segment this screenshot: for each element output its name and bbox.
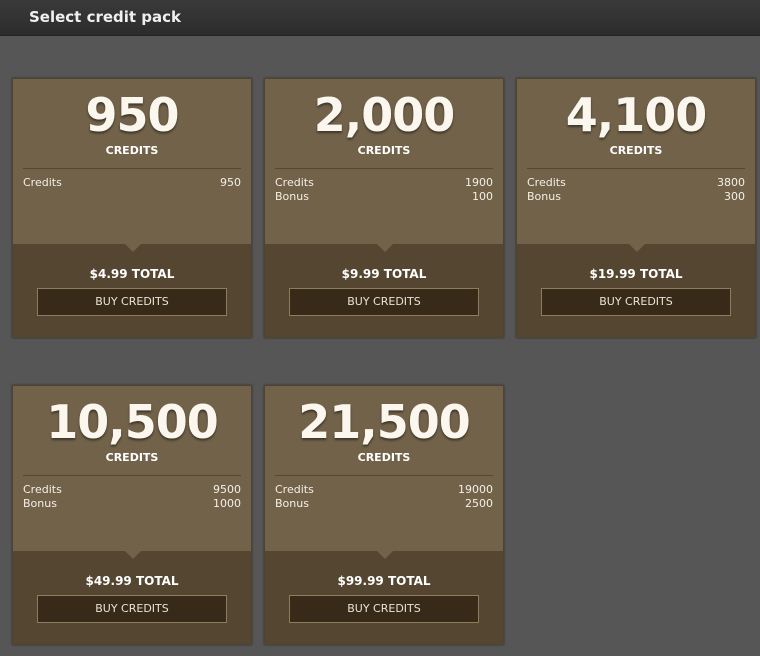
pack-amount: 950 (85, 88, 179, 142)
detail-row: Credits 9500 (23, 483, 241, 497)
credit-pack-card: 950 CREDITS Credits 950 $4.99 TOTAL BUY … (12, 78, 252, 338)
pack-total: $19.99 TOTAL (589, 267, 683, 281)
detail-row: Bonus 1000 (23, 497, 241, 511)
detail-value: 100 (472, 190, 493, 203)
detail-value: 300 (724, 190, 745, 203)
pack-unit: CREDITS (105, 144, 159, 157)
detail-value: 3800 (717, 176, 745, 189)
title-bar: Select credit pack (0, 0, 760, 36)
detail-row: Credits 1900 (275, 176, 493, 190)
credit-pack-card: 2,000 CREDITS Credits 1900 Bonus 100 $9.… (264, 78, 504, 338)
buy-credits-button[interactable]: BUY CREDITS (289, 595, 479, 623)
pack-total: $9.99 TOTAL (341, 267, 427, 281)
pack-amount: 4,100 (565, 88, 708, 142)
credit-pack-card: 10,500 CREDITS Credits 9500 Bonus 1000 $… (12, 385, 252, 645)
pack-unit: CREDITS (357, 144, 411, 157)
detail-label: Bonus (275, 497, 309, 510)
detail-label: Bonus (23, 497, 57, 510)
divider (23, 475, 241, 476)
detail-label: Bonus (275, 190, 309, 203)
divider (527, 168, 745, 169)
detail-value: 1900 (465, 176, 493, 189)
detail-label: Credits (275, 176, 314, 189)
notch-arrow (125, 244, 141, 252)
pack-amount: 10,500 (46, 395, 219, 449)
divider (275, 168, 493, 169)
credit-pack-card: 21,500 CREDITS Credits 19000 Bonus 2500 … (264, 385, 504, 645)
divider (275, 475, 493, 476)
pack-unit: CREDITS (357, 451, 411, 464)
buy-credits-button[interactable]: BUY CREDITS (289, 288, 479, 316)
pack-unit: CREDITS (105, 451, 159, 464)
detail-value: 1000 (213, 497, 241, 510)
detail-value: 950 (220, 176, 241, 189)
detail-row: Bonus 100 (275, 190, 493, 204)
detail-label: Bonus (527, 190, 561, 203)
divider (23, 168, 241, 169)
pack-amount: 21,500 (298, 395, 471, 449)
detail-row: Credits 3800 (527, 176, 745, 190)
page-title: Select credit pack (29, 8, 182, 26)
notch-arrow (377, 551, 393, 559)
buy-credits-button[interactable]: BUY CREDITS (37, 288, 227, 316)
pack-unit: CREDITS (609, 144, 663, 157)
credit-pack-card: 4,100 CREDITS Credits 3800 Bonus 300 $19… (516, 78, 756, 338)
detail-value: 2500 (465, 497, 493, 510)
pack-amount: 2,000 (313, 88, 456, 142)
detail-label: Credits (275, 483, 314, 496)
pack-total: $49.99 TOTAL (85, 574, 179, 588)
detail-row: Bonus 300 (527, 190, 745, 204)
detail-value: 9500 (213, 483, 241, 496)
detail-label: Credits (23, 176, 62, 189)
buy-credits-button[interactable]: BUY CREDITS (37, 595, 227, 623)
notch-arrow (125, 551, 141, 559)
buy-credits-button[interactable]: BUY CREDITS (541, 288, 731, 316)
pack-total: $4.99 TOTAL (89, 267, 175, 281)
detail-row: Credits 950 (23, 176, 241, 190)
detail-label: Credits (527, 176, 566, 189)
detail-label: Credits (23, 483, 62, 496)
pack-total: $99.99 TOTAL (337, 574, 431, 588)
detail-row: Credits 19000 (275, 483, 493, 497)
notch-arrow (629, 244, 645, 252)
detail-value: 19000 (458, 483, 493, 496)
detail-row: Bonus 2500 (275, 497, 493, 511)
notch-arrow (377, 244, 393, 252)
